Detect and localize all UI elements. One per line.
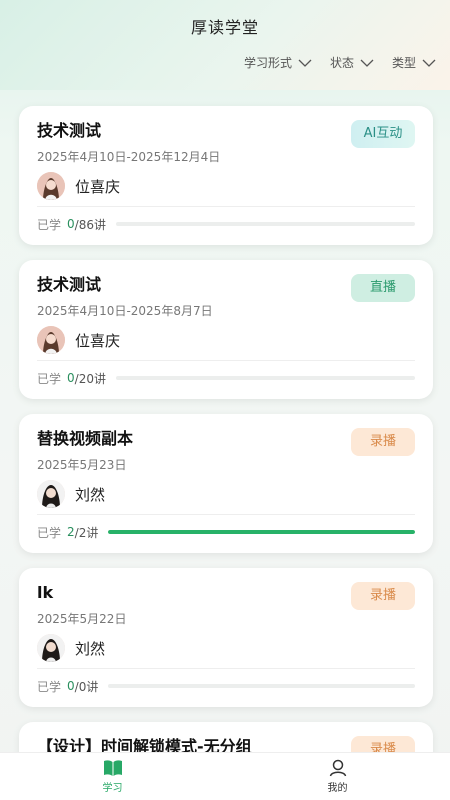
teacher-info: 位喜庆: [37, 171, 415, 201]
course-list: 技术测试 AI互动 2025年4月10日-2025年12月4日 位喜庆 已学 0…: [19, 106, 433, 797]
progress-label: 已学: [37, 525, 62, 540]
progress-bar-fill: [108, 530, 415, 534]
book-icon: [103, 760, 122, 776]
teacher-avatar: [37, 326, 65, 354]
progress-total: /86讲: [74, 217, 106, 232]
filter-bar: 学习形式 状态 类型: [244, 54, 436, 71]
teacher-name: 位喜庆: [75, 331, 121, 350]
progress-bar: [108, 530, 415, 534]
chevron-down-icon: [360, 59, 374, 67]
course-card[interactable]: 技术测试 直播 2025年4月10日-2025年8月7日 位喜庆 已学 0 /2…: [19, 260, 433, 399]
progress-done-count: 0: [67, 217, 75, 231]
progress-done-count: 0: [67, 679, 75, 693]
progress-row: 已学 0 /20讲: [37, 368, 415, 388]
divider: [37, 514, 415, 515]
filter-status-label: 状态: [329, 56, 354, 70]
progress-label: 已学: [37, 371, 62, 386]
progress-row: 已学 0 /0讲: [37, 676, 415, 696]
progress-bar: [108, 684, 415, 688]
course-type-badge: 录播: [351, 428, 415, 456]
tab-study-label: 学习: [102, 783, 123, 794]
tab-mine[interactable]: 我的: [225, 753, 450, 800]
progress-done-count: 2: [67, 525, 75, 539]
teacher-avatar: [37, 634, 65, 662]
progress-bar: [115, 222, 415, 226]
page-title: 厚读学堂: [190, 18, 259, 37]
course-date: 2025年5月22日: [37, 612, 127, 626]
progress-total: /2讲: [74, 525, 99, 540]
chevron-down-icon: [422, 59, 436, 67]
filter-type-label: 类型: [391, 56, 416, 70]
progress-done-count: 0: [67, 371, 75, 385]
course-date: 2025年4月10日-2025年8月7日: [37, 304, 213, 318]
course-date: 2025年5月23日: [37, 458, 127, 472]
user-icon: [329, 759, 346, 777]
filter-learning-format-label: 学习形式: [243, 56, 292, 70]
course-card[interactable]: lk 录播 2025年5月22日 刘然 已学 0 /0讲: [19, 568, 433, 707]
filter-learning-format[interactable]: 学习形式: [244, 54, 312, 71]
course-type-badge: AI互动: [351, 120, 415, 148]
tab-mine-label: 我的: [327, 783, 348, 794]
divider: [37, 206, 415, 207]
teacher-name: 位喜庆: [75, 177, 121, 196]
progress-bar: [115, 376, 415, 380]
course-card[interactable]: 替换视频副本 录播 2025年5月23日 刘然 已学 2 /2讲: [19, 414, 433, 553]
course-type-badge: 直播: [351, 274, 415, 302]
progress-total: /20讲: [74, 371, 106, 386]
progress-label: 已学: [37, 679, 62, 694]
course-card[interactable]: 技术测试 AI互动 2025年4月10日-2025年12月4日 位喜庆 已学 0…: [19, 106, 433, 245]
progress-row: 已学 2 /2讲: [37, 522, 415, 542]
course-type-badge: 录播: [351, 582, 415, 610]
filter-status[interactable]: 状态: [330, 54, 374, 71]
chevron-down-icon: [298, 59, 312, 67]
teacher-name: 刘然: [75, 485, 106, 504]
teacher-avatar: [37, 480, 65, 508]
progress-total: /0讲: [74, 679, 99, 694]
progress-label: 已学: [37, 217, 62, 232]
teacher-name: 刘然: [75, 639, 106, 658]
teacher-info: 刘然: [37, 479, 415, 509]
teacher-avatar: [37, 172, 65, 200]
progress-row: 已学 0 /86讲: [37, 214, 415, 234]
teacher-info: 位喜庆: [37, 325, 415, 355]
divider: [37, 668, 415, 669]
filter-type[interactable]: 类型: [392, 54, 436, 71]
tab-study[interactable]: 学习: [0, 753, 225, 800]
teacher-info: 刘然: [37, 633, 415, 663]
course-date: 2025年4月10日-2025年12月4日: [37, 150, 221, 164]
divider: [37, 360, 415, 361]
bottom-tab-bar: 学习 我的: [0, 752, 450, 800]
